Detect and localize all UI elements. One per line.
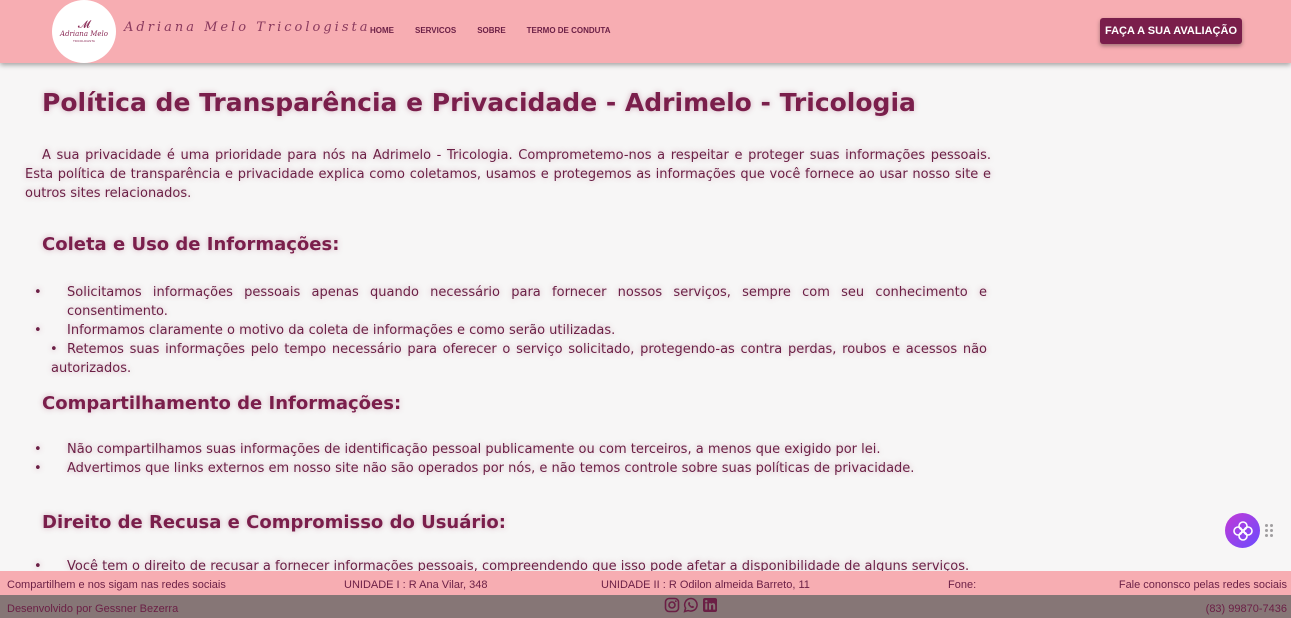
social-links (664, 597, 718, 613)
nav-home[interactable]: HOME (370, 26, 394, 35)
list-item: Não compartilhamos suas informações de i… (25, 440, 987, 459)
logo-mark-icon: 𝓜 (77, 18, 91, 31)
nav-sobre[interactable]: SOBRE (477, 26, 505, 35)
logo-subtitle: TRICOLOGISTA (73, 39, 95, 43)
footer-follow-text: Compartilhem e nos sigam nas redes socia… (7, 579, 226, 591)
section-heading-coleta: Coleta e Uso de Informações: (42, 234, 340, 255)
footer-phone-label: Fone: (948, 579, 977, 591)
linkedin-icon[interactable] (702, 597, 718, 613)
list-item: Retemos suas informações pelo tempo nece… (25, 340, 987, 378)
section-list-compartilhamento: Não compartilhamos suas informações de i… (25, 440, 987, 478)
footer-unit-1: UNIDADE I : R Ana Vilar, 348 (344, 579, 488, 591)
list-item: Advertimos que links externos em nosso s… (25, 459, 987, 478)
nav-termo-de-conduta[interactable]: TERMO DE CONDUTA (527, 26, 611, 35)
list-item: Solicitamos informações pessoais apenas … (25, 283, 987, 321)
section-heading-compartilhamento: Compartilhamento de Informações: (42, 393, 402, 414)
footer-bottom-bar: Desenvolvido por Gessner Bezerra (83) 99… (0, 595, 1291, 618)
footer-contact-text: Fale cononsco pelas redes sociais (1118, 579, 1287, 591)
logo-name: Adriana Melo (60, 30, 108, 38)
intro-paragraph: A sua privacidade é uma prioridade para … (25, 148, 991, 201)
flower-icon (1232, 520, 1253, 541)
drag-handle-icon[interactable] (1265, 524, 1273, 538)
footer-unit-2: UNIDADE II : R Odilon almeida Barreto, 1… (601, 579, 810, 591)
accessibility-widget-button[interactable] (1225, 513, 1260, 548)
list-item: Informamos claramente o motivo da coleta… (25, 321, 987, 340)
page-title: Política de Transparência e Privacidade … (42, 88, 916, 117)
footer-phone-number: (83) 99870-7436 (1205, 603, 1287, 615)
footer-info-bar: Compartilhem e nos sigam nas redes socia… (0, 571, 1291, 595)
site-logo[interactable]: 𝓜 Adriana Melo TRICOLOGISTA (52, 0, 116, 63)
whatsapp-icon[interactable] (683, 597, 699, 613)
section-heading-recusa: Direito de Recusa e Compromisso do Usuár… (42, 512, 506, 533)
developer-credit: Desenvolvido por Gessner Bezerra (7, 603, 179, 615)
section-list-coleta: Solicitamos informações pessoais apenas … (25, 283, 987, 378)
site-header: 𝓜 Adriana Melo TRICOLOGISTA Adriana Melo… (0, 0, 1291, 63)
nav-servicos[interactable]: SERVICOS (415, 26, 456, 35)
instagram-icon[interactable] (664, 597, 680, 613)
brand-name: Adriana Melo Tricologista (124, 20, 371, 35)
evaluation-button[interactable]: FAÇA A SUA AVALIAÇÃO (1100, 18, 1242, 44)
main-nav: HOME SERVICOS SOBRE TERMO DE CONDUTA (370, 26, 632, 35)
